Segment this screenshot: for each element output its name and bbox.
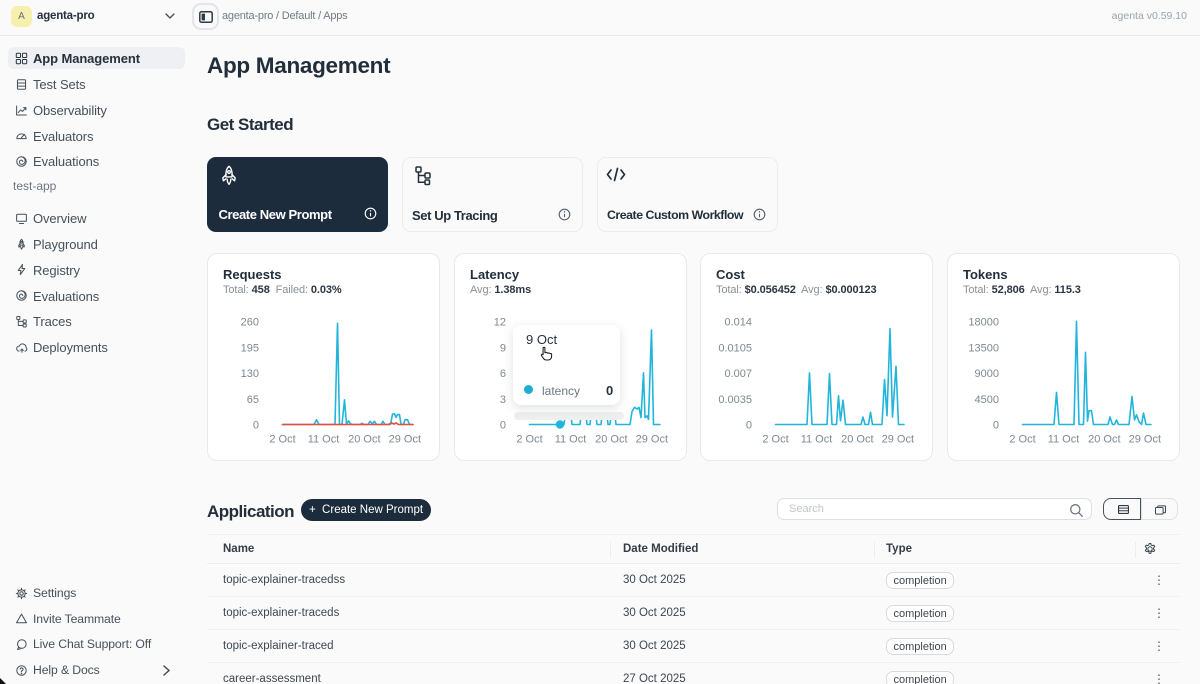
svg-text:13500: 13500 bbox=[968, 342, 999, 354]
svg-text:65: 65 bbox=[247, 394, 259, 406]
svg-text:195: 195 bbox=[241, 342, 259, 354]
svg-text:0.014: 0.014 bbox=[724, 317, 752, 329]
svg-text:2 Oct: 2 Oct bbox=[1009, 434, 1035, 446]
svg-text:20 Oct: 20 Oct bbox=[1088, 434, 1120, 446]
svg-text:0.0035: 0.0035 bbox=[718, 394, 752, 406]
svg-text:11 Oct: 11 Oct bbox=[1048, 434, 1080, 446]
svg-text:29 Oct: 29 Oct bbox=[882, 434, 914, 446]
svg-text:20 Oct: 20 Oct bbox=[841, 434, 873, 446]
svg-text:18000: 18000 bbox=[968, 317, 999, 329]
svg-text:11 Oct: 11 Oct bbox=[801, 434, 833, 446]
svg-text:4500: 4500 bbox=[975, 394, 999, 406]
svg-text:29 Oct: 29 Oct bbox=[1129, 434, 1161, 446]
svg-text:0.007: 0.007 bbox=[724, 368, 752, 380]
svg-text:0: 0 bbox=[993, 420, 999, 432]
svg-text:29 Oct: 29 Oct bbox=[389, 434, 421, 446]
svg-text:260: 260 bbox=[241, 317, 259, 329]
svg-text:130: 130 bbox=[241, 368, 259, 380]
svg-text:11 Oct: 11 Oct bbox=[308, 434, 340, 446]
svg-text:0: 0 bbox=[253, 420, 259, 432]
svg-text:9000: 9000 bbox=[975, 368, 999, 380]
svg-text:0: 0 bbox=[746, 420, 752, 432]
svg-text:2 Oct: 2 Oct bbox=[269, 434, 295, 446]
svg-text:0.0105: 0.0105 bbox=[718, 342, 752, 354]
svg-text:2 Oct: 2 Oct bbox=[762, 434, 788, 446]
svg-text:20 Oct: 20 Oct bbox=[348, 434, 380, 446]
